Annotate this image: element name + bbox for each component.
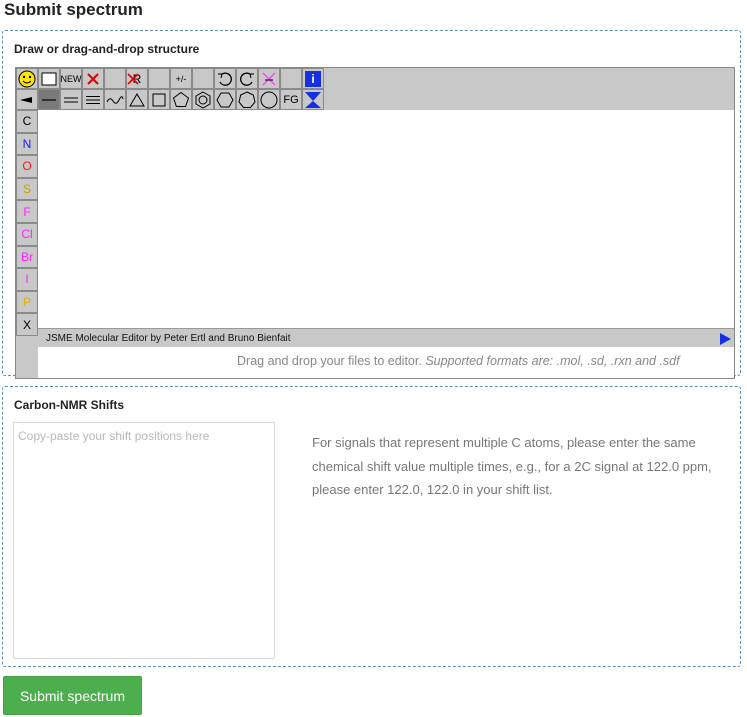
redo-icon[interactable] [236,68,258,89]
blank-tool-4[interactable] [280,68,302,89]
drawing-canvas[interactable] [38,110,734,328]
carbon-nmr-panel: Carbon-NMR Shifts For signals that repre… [2,386,741,667]
play-arrow-icon[interactable] [720,333,731,345]
charge-icon[interactable]: +/- [170,68,192,89]
draw-structure-panel: Draw or drag-and-drop structure NEW R +/- i… [2,30,741,379]
jsme-editor[interactable]: NEW R +/- i FG C N O S F Cl Br I P X JSME Molecular … [15,67,735,379]
supported-formats-text: Supported formats are: .mol, .sd, .rxn a… [425,354,680,368]
nmr-help-text: For signals that represent multiple C at… [312,435,712,497]
triple-bond-icon[interactable] [82,89,104,110]
delete-r-group-icon[interactable]: R [126,68,148,89]
single-bond-icon[interactable] [38,89,60,110]
submit-spectrum-button[interactable]: Submit spectrum [3,676,142,715]
double-bond-icon[interactable] [60,89,82,110]
editor-credits: JSME Molecular Editor by Peter Ertl and … [46,333,291,344]
atom-f-button[interactable]: F [16,200,38,223]
drag-hint-text: Drag and drop your files to editor. [237,354,422,368]
undo-icon[interactable] [214,68,236,89]
new-button[interactable]: NEW [60,68,82,89]
shift-positions-input[interactable] [13,422,275,659]
ring-8-icon[interactable] [258,89,280,110]
editor-statusbar: JSME Molecular Editor by Peter Ertl and … [38,328,734,347]
blank-tool-3[interactable] [192,68,214,89]
atom-c-button[interactable]: C [16,110,38,133]
fg-button[interactable]: FG [280,89,302,110]
draw-panel-title: Draw or drag-and-drop structure [14,42,200,56]
atom-s-button[interactable]: S [16,177,38,201]
wedge-bond-icon[interactable] [16,89,38,110]
jsme-logo-icon[interactable] [302,89,324,110]
drag-drop-hint: Drag and drop your files to editor. Supp… [237,354,680,368]
info-icon[interactable]: i [302,68,324,89]
chain-icon[interactable] [104,89,126,110]
ring-4-icon[interactable] [148,89,170,110]
benzene-icon[interactable] [192,89,214,110]
atom-x-button[interactable]: X [16,313,38,336]
editor-toolbar: NEW R +/- i FG [16,68,734,110]
blank-tool-1[interactable] [104,68,126,89]
ring-5-icon[interactable] [170,89,192,110]
blank-tool-2[interactable] [148,68,170,89]
ring-6-icon[interactable] [214,89,236,110]
atom-i-button[interactable]: I [16,268,38,291]
page-title: Submit spectrum [4,0,143,19]
smiley-icon[interactable] [16,68,38,89]
atom-n-button[interactable]: N [16,132,38,156]
delete-icon[interactable] [82,68,104,89]
nmr-panel-title: Carbon-NMR Shifts [14,398,124,412]
atom-palette: C N O S F Cl Br I P X [16,110,38,378]
atom-br-button[interactable]: Br [16,245,38,269]
clipboard-icon[interactable] [38,68,60,89]
ring-7-icon[interactable] [236,89,258,110]
ring-3-icon[interactable] [126,89,148,110]
atom-p-button[interactable]: P [16,290,38,314]
atom-cl-button[interactable]: Cl [16,222,38,246]
atom-o-button[interactable]: O [16,155,38,178]
reaction-icon[interactable] [258,68,280,89]
